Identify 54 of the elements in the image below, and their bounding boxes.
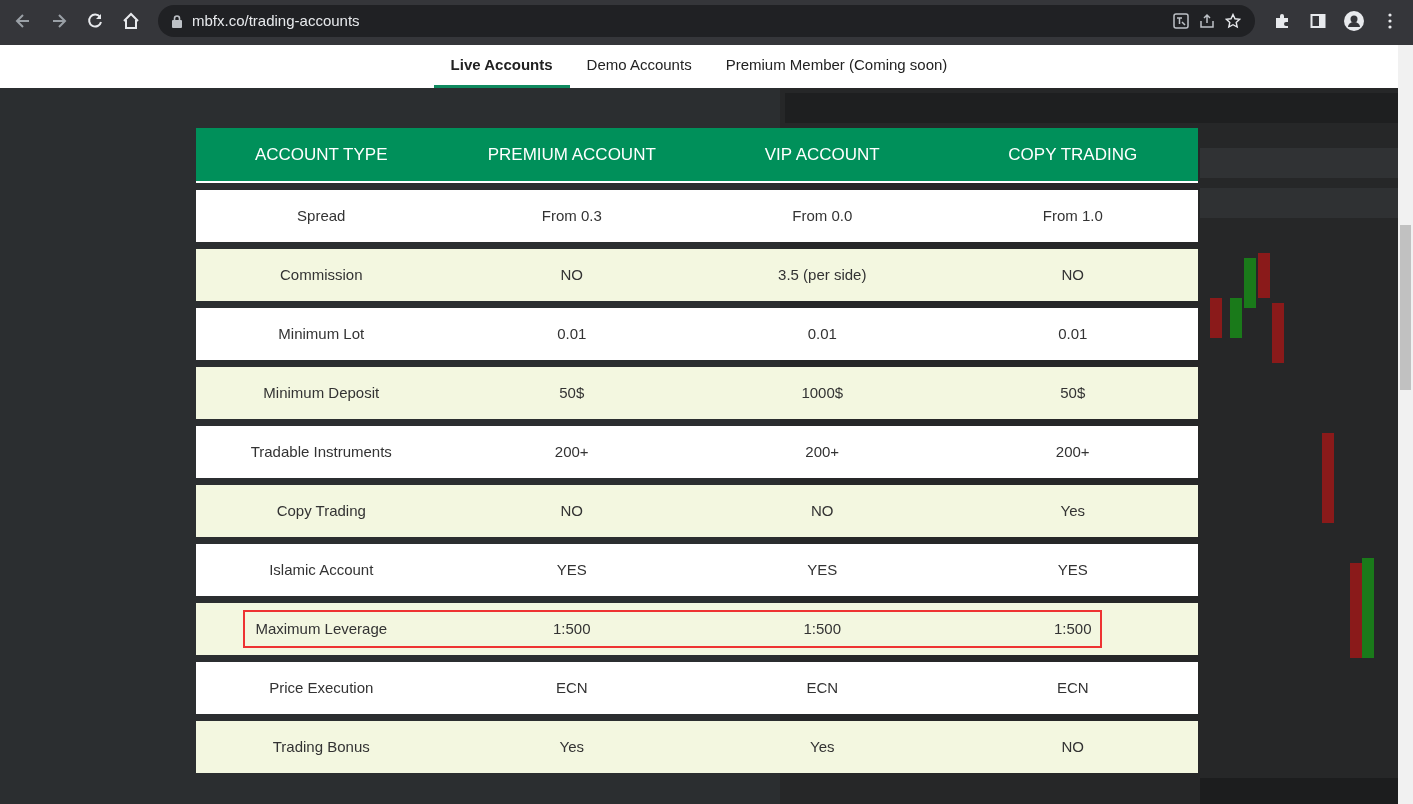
url-text: mbfx.co/trading-accounts bbox=[192, 10, 360, 31]
table-cell-text: YES bbox=[555, 559, 588, 580]
table-cell-text: 50$ bbox=[558, 382, 586, 403]
table-cell-text: 1:500 bbox=[551, 618, 592, 639]
column-header: ACCOUNT TYPE bbox=[253, 143, 389, 166]
table-cell-text: Trading Bonus bbox=[271, 736, 371, 757]
lock-icon bbox=[172, 14, 182, 28]
table-cell-text: NO bbox=[1060, 736, 1085, 757]
table-cell-text: Commission bbox=[279, 264, 364, 285]
table-cell-text: ECN bbox=[554, 677, 589, 698]
table-cell-text: Yes bbox=[1059, 500, 1086, 521]
table-cell-text: From 1.0 bbox=[1041, 205, 1104, 226]
table-cell-text: 200+ bbox=[553, 441, 590, 462]
table-cell-text: 0.01 bbox=[806, 323, 838, 344]
table-cell-text: Minimum Lot bbox=[277, 323, 366, 344]
table-cell-text: 200+ bbox=[804, 441, 841, 462]
address-bar[interactable]: mbfx.co/trading-accounts bbox=[158, 5, 1255, 37]
tab[interactable]: Demo Accounts bbox=[569, 45, 709, 88]
table-cell-text: Islamic Account bbox=[268, 559, 375, 580]
share-icon[interactable] bbox=[1199, 13, 1215, 29]
table-cell-text: NO bbox=[559, 264, 584, 285]
table-cell-text: 1:500 bbox=[1052, 618, 1093, 639]
table-cell-text: Yes bbox=[558, 736, 585, 757]
table-cell-text: 200+ bbox=[1054, 441, 1091, 462]
scrollbar-thumb[interactable] bbox=[1400, 225, 1411, 390]
table-cell-text: Maximum Leverage bbox=[254, 618, 389, 639]
table-cell-text: NO bbox=[810, 500, 835, 521]
table-cell-text: Copy Trading bbox=[275, 500, 367, 521]
translate-icon[interactable] bbox=[1173, 13, 1189, 29]
table-cell-text: YES bbox=[1056, 559, 1089, 580]
column-header: COPY TRADING bbox=[1007, 143, 1139, 166]
table-cell-text: ECN bbox=[1055, 677, 1090, 698]
table-cell-text: Price Execution bbox=[268, 677, 375, 698]
table-cell-text: From 0.0 bbox=[791, 205, 854, 226]
column-header: PREMIUM ACCOUNT bbox=[486, 143, 657, 166]
table-cell-text: NO bbox=[1060, 264, 1085, 285]
table-cell-text: Yes bbox=[809, 736, 836, 757]
table-cell-text: 0.01 bbox=[1057, 323, 1089, 344]
table-cell-text: 1000$ bbox=[800, 382, 845, 403]
table-cell-text: ECN bbox=[805, 677, 840, 698]
table-cell-text: YES bbox=[806, 559, 839, 580]
table-cell-text: Minimum Deposit bbox=[262, 382, 381, 403]
scrollbar[interactable] bbox=[1398, 45, 1413, 804]
table-cell-text: Spread bbox=[296, 205, 347, 226]
table-cell-text: 1:500 bbox=[802, 618, 842, 639]
table-cell-text: NO bbox=[559, 500, 584, 521]
table-cell-text: 0.01 bbox=[556, 323, 588, 344]
table-cell-text: Tradable Instruments bbox=[249, 441, 393, 462]
table-cell-text: 50$ bbox=[1059, 382, 1087, 403]
table-cell-text: From 0.3 bbox=[540, 205, 603, 226]
tab[interactable]: Premium Member (Coming soon) bbox=[708, 45, 965, 88]
star-icon[interactable] bbox=[1225, 13, 1241, 29]
column-header: VIP ACCOUNT bbox=[763, 143, 881, 166]
table-cell-text: 3.5 (per side) bbox=[777, 264, 868, 285]
